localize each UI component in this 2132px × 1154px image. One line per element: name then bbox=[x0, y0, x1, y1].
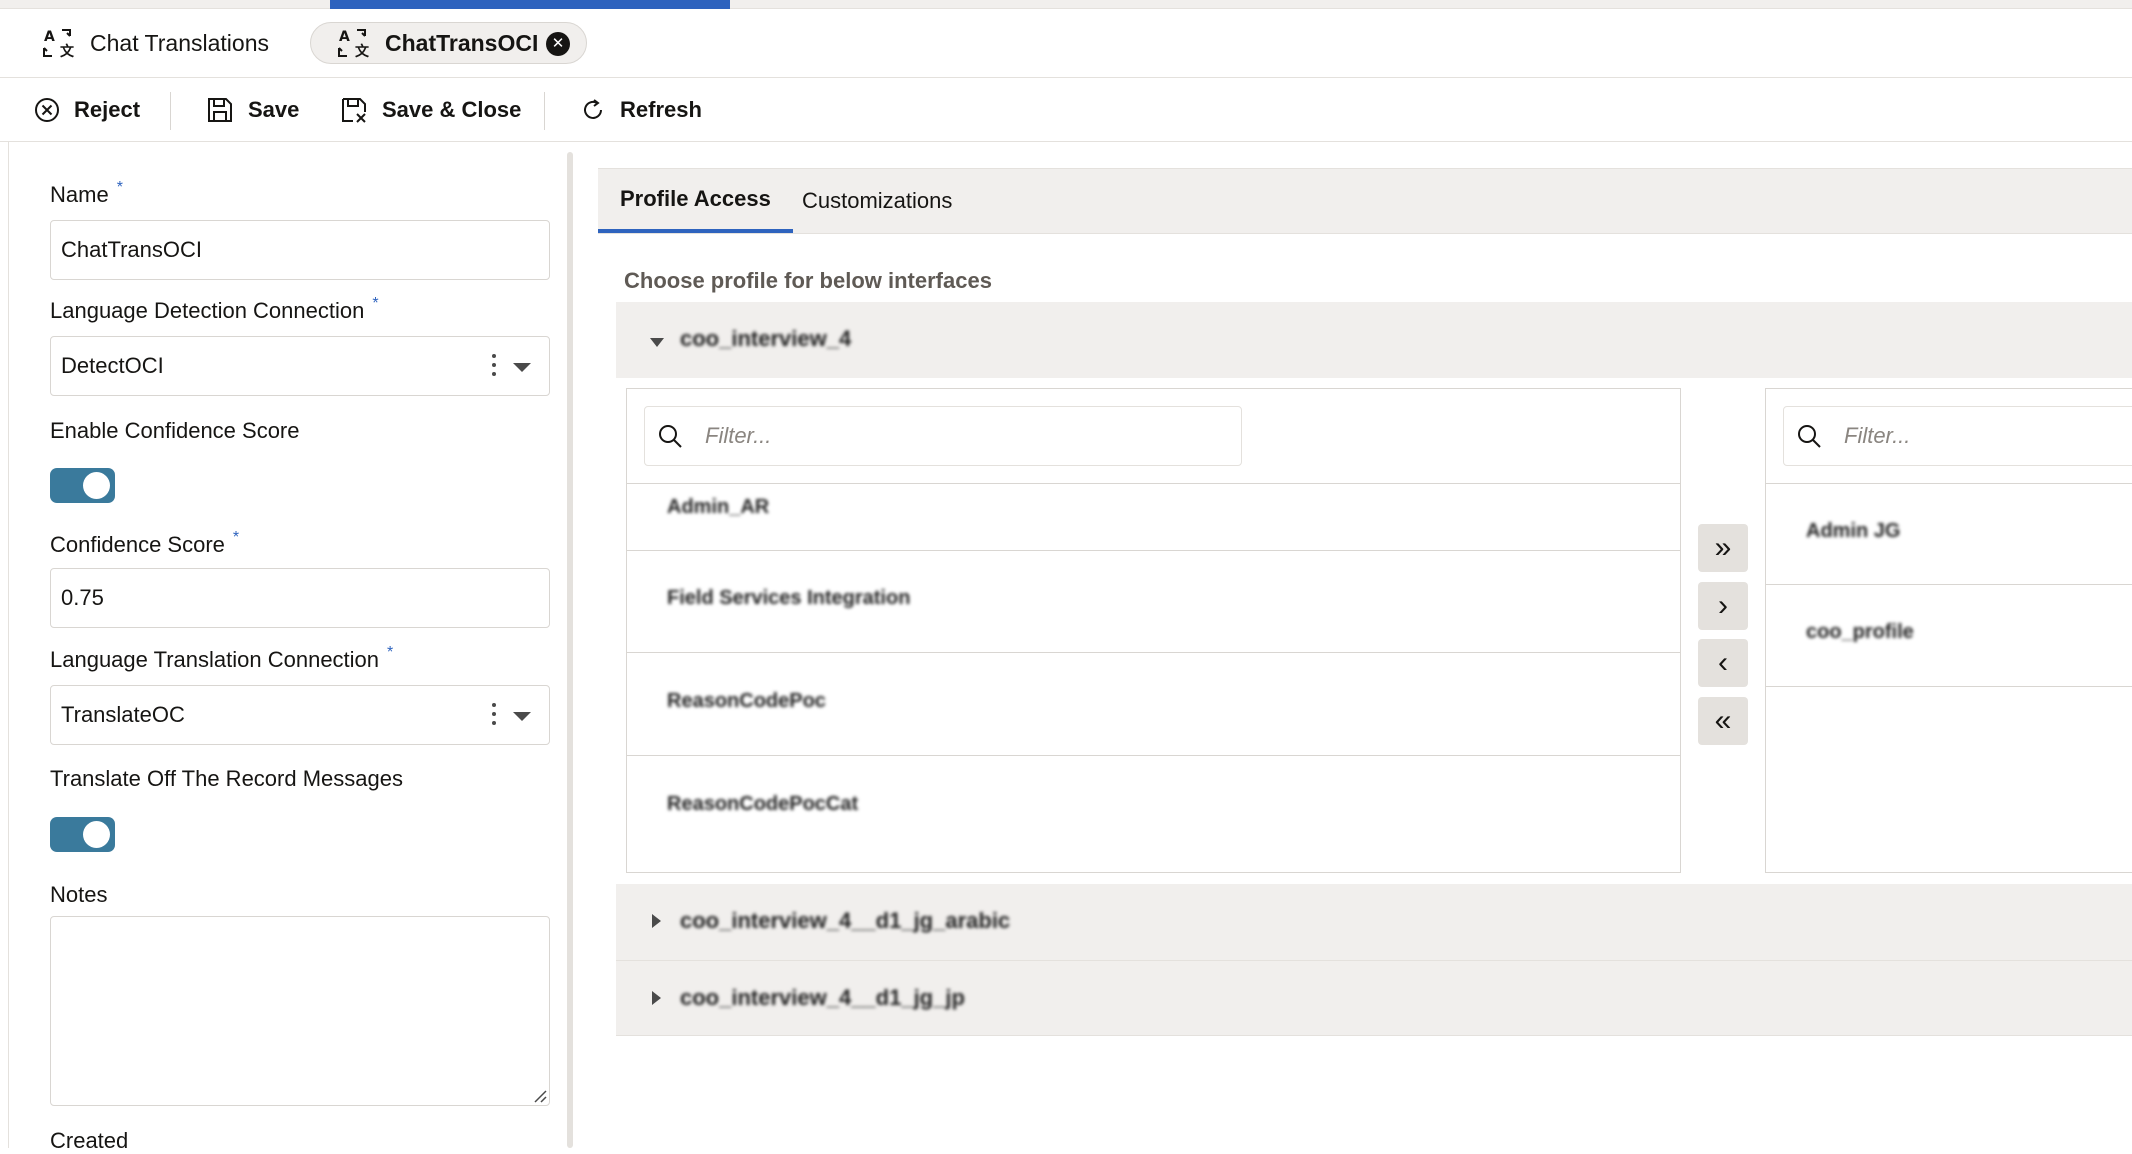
reject-icon bbox=[35, 98, 59, 122]
required-indicator: * bbox=[372, 295, 379, 312]
svg-text:文: 文 bbox=[60, 43, 75, 60]
move-right-button[interactable]: › bbox=[1698, 582, 1748, 630]
enable-confidence-toggle[interactable] bbox=[50, 468, 115, 503]
details-form-panel: Name * ChatTransOCI Language Detection Co… bbox=[8, 142, 573, 1153]
name-input[interactable]: ChatTransOCI bbox=[50, 220, 550, 280]
interface-name: coo_interview_4 bbox=[680, 326, 852, 351]
interface-name: coo_interview_4__d1_jg_arabic bbox=[680, 908, 1011, 933]
content-tabs: Profile Access Customizations bbox=[598, 168, 2132, 234]
translate-otr-label: Translate Off The Record Messages bbox=[50, 766, 403, 791]
resize-handle-icon[interactable] bbox=[531, 1087, 547, 1103]
selected-filter-input[interactable]: Filter... bbox=[1783, 406, 2132, 466]
interface-accordion-header[interactable]: coo_interview_4__d1_jg_arabic bbox=[616, 884, 2132, 960]
created-label: Created bbox=[50, 1128, 129, 1153]
toolbar: Reject Save Save & Close Refresh bbox=[0, 78, 2132, 142]
move-all-right-button[interactable]: » bbox=[1698, 524, 1748, 572]
list-item[interactable]: Admin_AR bbox=[627, 483, 1680, 551]
tab-chattransoci[interactable]: A 文 ChatTransOCI ✕ bbox=[310, 22, 587, 64]
toolbar-divider bbox=[170, 92, 171, 130]
confidence-score-label: Confidence Score * bbox=[50, 529, 240, 557]
chevron-down-icon[interactable] bbox=[513, 363, 531, 372]
translate-icon: A 文 bbox=[338, 29, 370, 60]
translate-otr-toggle[interactable] bbox=[50, 817, 115, 852]
more-options-icon[interactable] bbox=[491, 354, 497, 380]
selected-profiles-list: Filter... Admin JG coo_profile bbox=[1765, 388, 2132, 873]
detect-connection-value: DetectOCI bbox=[61, 353, 164, 378]
move-all-left-button[interactable]: « bbox=[1698, 697, 1748, 745]
enable-confidence-label: Enable Confidence Score bbox=[50, 418, 300, 443]
tab-customizations[interactable]: Customizations bbox=[780, 169, 974, 233]
tab-label: ChatTransOCI bbox=[385, 29, 539, 56]
interface-accordion-header[interactable]: coo_interview_4 bbox=[616, 302, 2132, 378]
filter-placeholder: Filter... bbox=[705, 423, 772, 448]
translate-connection-label: Language Translation Connection * bbox=[50, 644, 394, 672]
tab-strip: A 文 Chat Translations A 文 ChatTransOCI ✕ bbox=[0, 0, 2132, 78]
available-profiles-list: Filter... Admin_AR Field Services Integr… bbox=[626, 388, 1681, 873]
save-close-icon bbox=[342, 98, 366, 123]
toolbar-divider bbox=[544, 92, 545, 130]
interface-accordion-header[interactable]: coo_interview_4__d1_jg_jp bbox=[616, 960, 2132, 1036]
refresh-icon bbox=[584, 99, 602, 119]
refresh-label: Refresh bbox=[620, 97, 702, 122]
list-item[interactable]: Field Services Integration bbox=[627, 551, 1680, 653]
svg-text:A: A bbox=[339, 29, 350, 45]
svg-text:A: A bbox=[44, 29, 55, 45]
detect-connection-label: Language Detection Connection * bbox=[50, 295, 379, 323]
list-item[interactable]: Admin JG bbox=[1766, 483, 2132, 585]
tab-chat-translations[interactable]: A 文 Chat Translations bbox=[42, 22, 269, 64]
tab-strip-border bbox=[0, 0, 2132, 9]
save-button[interactable]: Save bbox=[206, 90, 299, 130]
refresh-button[interactable]: Refresh bbox=[580, 90, 702, 130]
save-close-label: Save & Close bbox=[382, 97, 522, 122]
chevron-right-icon bbox=[652, 914, 661, 928]
name-input-value: ChatTransOCI bbox=[61, 237, 203, 262]
required-indicator: * bbox=[387, 644, 394, 661]
confidence-score-input[interactable]: 0.75 bbox=[50, 568, 550, 628]
required-indicator: * bbox=[232, 529, 240, 546]
name-label: Name * bbox=[50, 179, 123, 207]
toggle-knob bbox=[83, 472, 110, 499]
interface-name: coo_interview_4__d1_jg_jp bbox=[680, 985, 965, 1010]
tab-profile-access[interactable]: Profile Access bbox=[598, 169, 793, 233]
detect-connection-select[interactable]: DetectOCI bbox=[50, 336, 550, 396]
search-icon bbox=[1798, 425, 1821, 448]
toggle-knob bbox=[83, 821, 110, 848]
confidence-score-value: 0.75 bbox=[61, 585, 104, 610]
notes-label: Notes bbox=[50, 882, 108, 907]
close-tab-icon[interactable]: ✕ bbox=[546, 32, 570, 56]
reject-label: Reject bbox=[74, 97, 141, 122]
active-tab-indicator bbox=[330, 0, 730, 9]
chevron-down-icon[interactable] bbox=[513, 712, 531, 721]
move-left-button[interactable]: ‹ bbox=[1698, 639, 1748, 687]
translate-connection-select[interactable]: TranslateOC bbox=[50, 685, 550, 745]
more-options-icon[interactable] bbox=[491, 703, 497, 729]
list-item[interactable]: coo_profile bbox=[1766, 585, 2132, 687]
translate-icon: A 文 bbox=[43, 29, 75, 60]
list-item[interactable]: ReasonCodePoc bbox=[627, 654, 1680, 756]
save-icon bbox=[208, 98, 232, 122]
required-indicator: * bbox=[116, 179, 123, 196]
svg-text:文: 文 bbox=[355, 43, 370, 60]
notes-textarea[interactable] bbox=[50, 916, 550, 1106]
filter-placeholder: Filter... bbox=[1844, 423, 1911, 448]
list-item[interactable]: ReasonCodePocCat bbox=[627, 757, 1680, 859]
chooser-title: Choose profile for below interfaces bbox=[624, 268, 992, 293]
save-label: Save bbox=[248, 97, 300, 122]
save-close-button[interactable]: Save & Close bbox=[340, 90, 521, 130]
chevron-down-icon bbox=[650, 338, 664, 347]
available-filter-input[interactable]: Filter... bbox=[644, 406, 1242, 466]
reject-button[interactable]: Reject bbox=[34, 90, 140, 130]
tab-label: Chat Translations bbox=[90, 29, 269, 56]
search-icon bbox=[659, 425, 682, 448]
chevron-right-icon bbox=[652, 991, 661, 1005]
translate-connection-value: TranslateOC bbox=[61, 702, 185, 727]
panel-splitter[interactable] bbox=[567, 152, 573, 1148]
